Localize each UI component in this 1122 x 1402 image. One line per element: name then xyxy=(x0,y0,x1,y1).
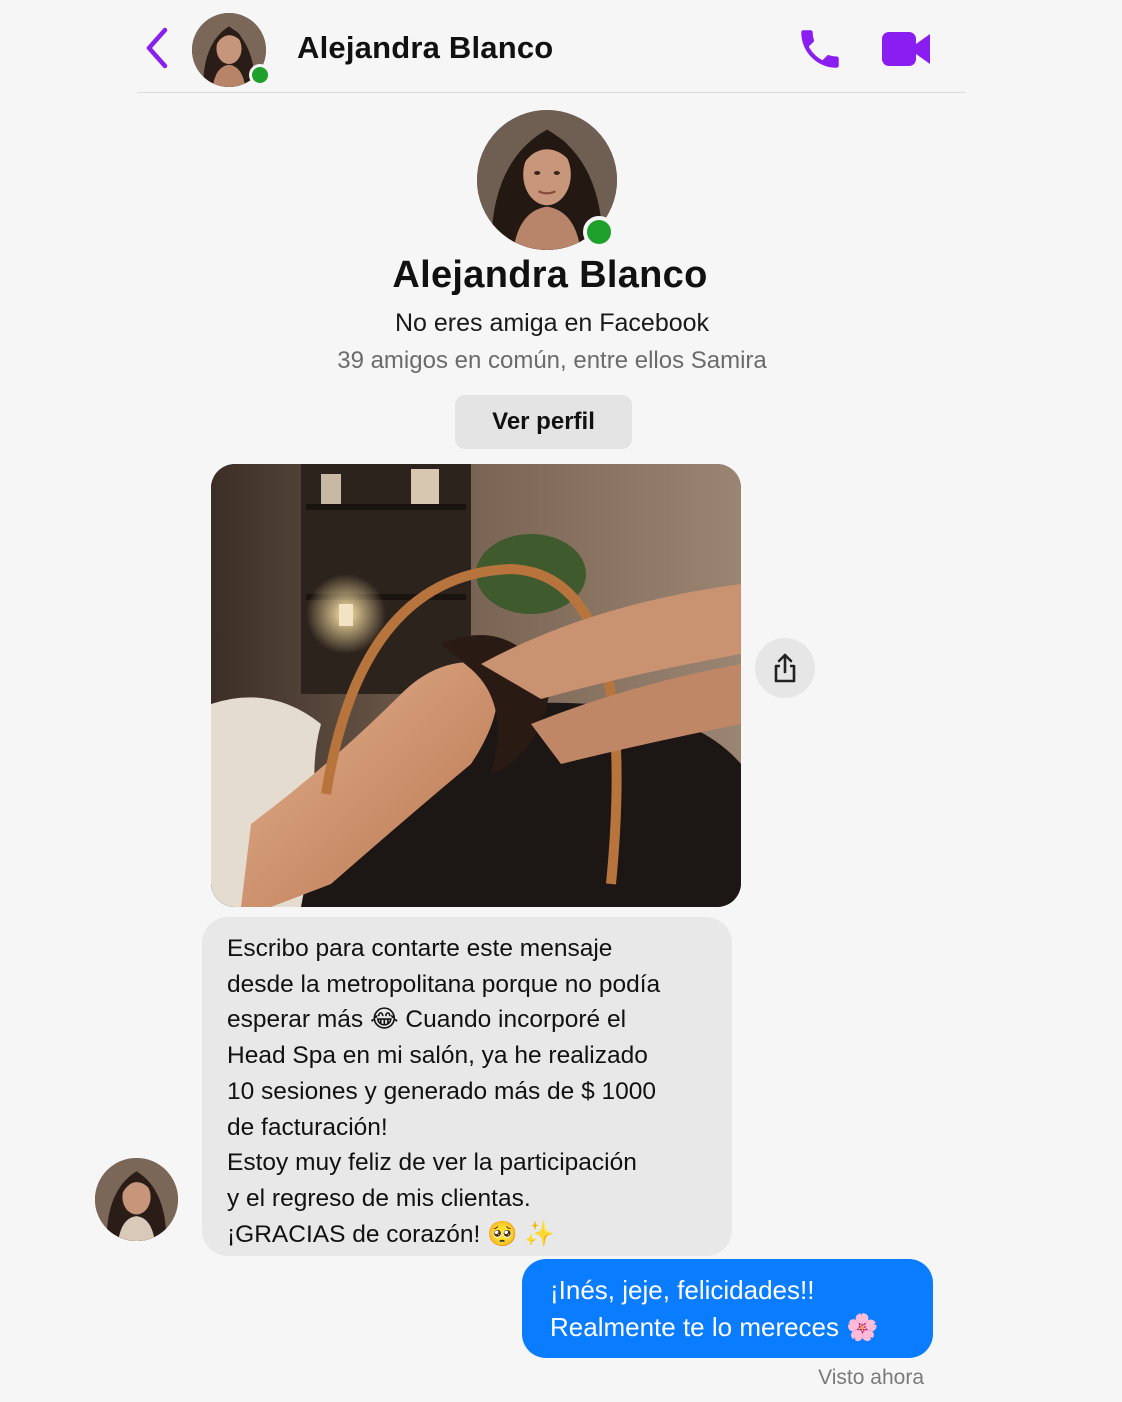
message-line: ¡GRACIAS de corazón! 🥺 ✨ xyxy=(227,1220,555,1248)
share-icon xyxy=(774,653,796,683)
video-call-button[interactable] xyxy=(880,24,932,74)
share-button[interactable] xyxy=(755,638,815,698)
profile-name: Alejandra Blanco xyxy=(392,254,708,296)
header-avatar[interactable] xyxy=(192,13,271,87)
message-line: desde la metropolitana porque no podía xyxy=(227,970,661,998)
chevron-left-icon xyxy=(146,27,168,69)
message-line: ¡Inés, jeje, felicidades!! xyxy=(550,1275,815,1305)
online-status-dot xyxy=(583,216,615,248)
seen-status: Visto ahora xyxy=(818,1366,924,1389)
message-line: Estoy muy feliz de ver la participación xyxy=(227,1149,637,1177)
message-line: y el regreso de mis clientas. xyxy=(227,1184,531,1212)
avatar xyxy=(95,1158,178,1241)
profile-avatar[interactable] xyxy=(477,110,617,250)
mutual-friends: 39 amigos en común, entre ellos Samira xyxy=(337,347,767,374)
message-line: Realmente te lo mereces 🌸 xyxy=(550,1312,879,1342)
online-status-dot xyxy=(249,64,271,86)
message-line: de facturación! xyxy=(227,1113,388,1141)
photo-message[interactable] xyxy=(211,464,741,907)
chat-header: Alejandra Blanco xyxy=(137,0,966,93)
header-contact-name[interactable]: Alejandra Blanco xyxy=(297,30,553,66)
view-profile-button[interactable]: Ver perfil xyxy=(455,395,632,449)
back-button[interactable] xyxy=(137,26,177,70)
message-line: esperar más 😂 Cuando incorporé el xyxy=(227,1006,627,1034)
phone-icon xyxy=(801,30,839,68)
friend-status: No eres amiga en Facebook xyxy=(394,309,710,337)
outgoing-message-bubble[interactable]: ¡Inés, jeje, felicidades!! Realmente te … xyxy=(522,1259,933,1358)
video-camera-icon xyxy=(882,32,930,66)
incoming-message-bubble[interactable]: Escribo para contarte este mensaje desde… xyxy=(202,917,732,1256)
voice-call-button[interactable] xyxy=(795,24,845,74)
sender-avatar[interactable] xyxy=(95,1158,178,1241)
message-line: Escribo para contarte este mensaje xyxy=(227,935,613,962)
message-line: Head Spa en mi salón, ya he realizado xyxy=(227,1042,648,1070)
message-line: 10 sesiones y generado más de $ 1000 xyxy=(227,1077,657,1105)
